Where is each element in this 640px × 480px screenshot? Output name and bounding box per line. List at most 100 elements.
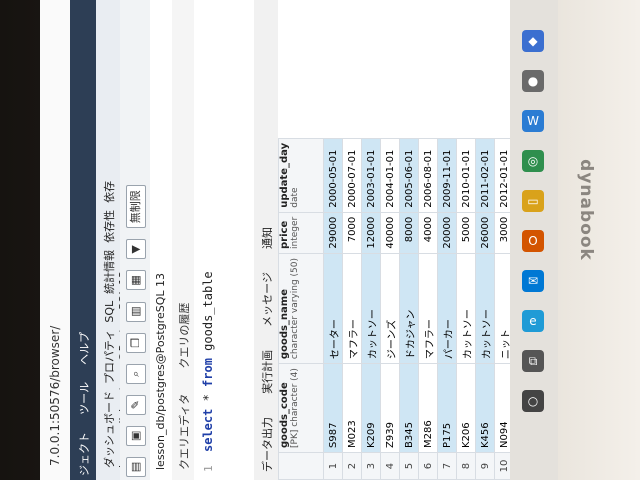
cell-price[interactable]: 12000: [361, 212, 381, 254]
tab-dependencies[interactable]: 依存: [103, 181, 116, 203]
word-icon[interactable]: W: [522, 110, 544, 132]
menu-tools[interactable]: ツール: [76, 382, 92, 415]
delete-icon[interactable]: ▦: [126, 270, 146, 291]
table-row[interactable]: 3 K209 カットソー 12000 2003-01-01: [361, 138, 381, 480]
menu-help[interactable]: ヘルプ: [76, 332, 92, 365]
connection-label[interactable]: lesson_db/postgres@PostgreSQL 13: [154, 273, 167, 470]
copy-icon[interactable]: ❐: [126, 332, 146, 353]
url-text[interactable]: 7.0.0.1:50576/browser/: [48, 326, 62, 466]
cell-price[interactable]: 20000: [437, 212, 457, 254]
cell-update-day[interactable]: 2000-07-01: [342, 138, 362, 213]
cell-goods-code[interactable]: K206: [456, 363, 476, 453]
cell-goods-name[interactable]: セーター: [323, 253, 343, 364]
column-name: goods_code: [279, 382, 290, 448]
table-row[interactable]: 5 B345 ドカジャン 8000 2005-06-01: [399, 138, 419, 480]
cell-price[interactable]: 29000: [323, 212, 343, 254]
row-number[interactable]: 3: [361, 452, 381, 480]
tab-dependents[interactable]: 依存性: [103, 210, 116, 243]
row-number[interactable]: 9: [475, 452, 495, 480]
tab-query-history[interactable]: クエリの履歴: [176, 303, 192, 369]
cell-price[interactable]: 7000: [342, 212, 362, 254]
table-row[interactable]: 6 M286 マフラー 4000 2006-08-01: [418, 138, 438, 480]
tab-messages[interactable]: メッセージ: [259, 272, 275, 327]
sql-code[interactable]: select * from goods_table: [201, 271, 215, 452]
row-limit-select[interactable]: 無制限: [126, 185, 146, 229]
cell-price[interactable]: 40000: [380, 212, 400, 254]
cell-update-day[interactable]: 2004-01-01: [380, 138, 400, 213]
cell-goods-name[interactable]: ジーンズ: [380, 253, 400, 364]
row-number[interactable]: 1: [323, 452, 343, 480]
column-header-update-day[interactable]: update_day date: [278, 138, 324, 213]
column-header-goods-name[interactable]: goods_name character varying (50): [278, 253, 324, 364]
menu-object[interactable]: ジェクト: [76, 432, 92, 476]
tab-dashboard[interactable]: ダッシュボード: [103, 391, 116, 468]
cell-update-day[interactable]: 2005-06-01: [399, 138, 419, 213]
paste-icon[interactable]: ▥: [126, 301, 146, 322]
result-tabs: データ出力 実行計画 メッセージ 通知: [254, 0, 279, 480]
address-bar[interactable]: 7.0.0.1:50576/browser/: [40, 0, 71, 480]
table-row[interactable]: 1 S987 セーター 29000 2000-05-01: [323, 138, 343, 480]
cell-update-day[interactable]: 2009-11-01: [437, 138, 457, 213]
cell-goods-code[interactable]: Z939: [380, 363, 400, 453]
search-icon[interactable]: ○: [522, 390, 544, 412]
row-number[interactable]: 2: [342, 452, 362, 480]
mail-icon[interactable]: ✉: [522, 270, 544, 292]
tab-properties[interactable]: プロパティ: [103, 330, 116, 384]
cell-goods-name[interactable]: カットソー: [475, 253, 495, 364]
cell-goods-name[interactable]: マフラー: [342, 253, 362, 364]
task-view-icon[interactable]: ⧉: [522, 350, 544, 372]
tab-explain[interactable]: 実行計画: [259, 350, 275, 394]
tab-query-editor[interactable]: クエリエディタ: [176, 394, 192, 470]
tab-statistics[interactable]: 統計情報: [103, 250, 116, 294]
cell-goods-code[interactable]: M023: [342, 363, 362, 453]
row-number[interactable]: 6: [418, 452, 438, 480]
table-row[interactable]: 8 K206 カットソー 5000 2010-01-01: [456, 138, 476, 480]
cell-goods-name[interactable]: マフラー: [418, 253, 438, 364]
app-icon[interactable]: ●: [522, 70, 544, 92]
cell-goods-name[interactable]: カットソー: [361, 253, 381, 364]
cell-update-day[interactable]: 2003-01-01: [361, 138, 381, 213]
tab-notifications[interactable]: 通知: [259, 227, 275, 249]
sql-editor[interactable]: 1 select * from goods_table: [194, 0, 255, 480]
office-icon[interactable]: O: [522, 230, 544, 252]
tab-sql[interactable]: SQL: [103, 301, 116, 323]
cell-update-day[interactable]: 2011-02-01: [475, 138, 495, 213]
row-number[interactable]: 8: [456, 452, 476, 480]
cell-price[interactable]: 8000: [399, 212, 419, 254]
folder-icon[interactable]: ▭: [522, 190, 544, 212]
column-header-goods-code[interactable]: goods_code [PK] character (4): [278, 363, 324, 453]
cell-goods-code[interactable]: M286: [418, 363, 438, 453]
table-row[interactable]: 2 M023 マフラー 7000 2000-07-01: [342, 138, 362, 480]
cell-price[interactable]: 26000: [475, 212, 495, 254]
tab-data-output[interactable]: データ出力: [259, 417, 275, 472]
cell-goods-code[interactable]: P175: [437, 363, 457, 453]
edge-icon[interactable]: e: [522, 310, 544, 332]
cell-goods-code[interactable]: K209: [361, 363, 381, 453]
search-icon[interactable]: ⌕: [126, 363, 146, 384]
edit-icon[interactable]: ✎: [126, 394, 146, 415]
cell-update-day[interactable]: 2010-01-01: [456, 138, 476, 213]
row-number[interactable]: 5: [399, 452, 419, 480]
query-toolbar: ▤ ▣ ✎ ⌕ ❐ ▥ ▦ ▼ 無制限: [120, 0, 151, 480]
save-icon[interactable]: ▣: [126, 425, 146, 446]
cell-goods-code[interactable]: K456: [475, 363, 495, 453]
table-row[interactable]: 4 Z939 ジーンズ 40000 2004-01-01: [380, 138, 400, 480]
filter-icon[interactable]: ▼: [126, 239, 146, 260]
cell-goods-name[interactable]: パーカー: [437, 253, 457, 364]
cell-goods-code[interactable]: S987: [323, 363, 343, 453]
open-file-icon[interactable]: ▤: [126, 457, 146, 477]
column-header-price[interactable]: price integer: [278, 212, 324, 254]
cell-goods-name[interactable]: ドカジャン: [399, 253, 419, 364]
row-number[interactable]: 4: [380, 452, 400, 480]
cell-update-day[interactable]: 2000-05-01: [323, 138, 343, 213]
cell-price[interactable]: 4000: [418, 212, 438, 254]
cell-update-day[interactable]: 2006-08-01: [418, 138, 438, 213]
cell-goods-name[interactable]: カットソー: [456, 253, 476, 364]
table-row[interactable]: 7 P175 パーカー 20000 2009-11-01: [437, 138, 457, 480]
cell-goods-code[interactable]: B345: [399, 363, 419, 453]
cell-price[interactable]: 5000: [456, 212, 476, 254]
table-row[interactable]: 9 K456 カットソー 26000 2011-02-01: [475, 138, 495, 480]
row-number[interactable]: 7: [437, 452, 457, 480]
vscode-icon[interactable]: ◆: [522, 30, 544, 52]
chrome-icon[interactable]: ◎: [522, 150, 544, 172]
